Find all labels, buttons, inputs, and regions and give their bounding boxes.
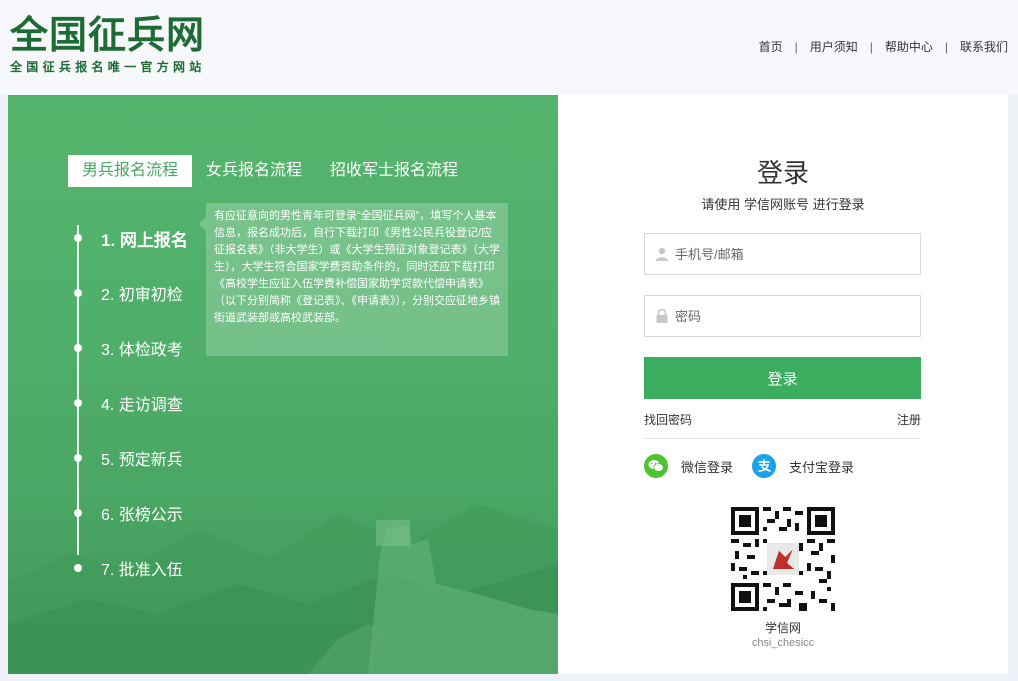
password-input[interactable]: [675, 296, 920, 336]
user-icon: [656, 247, 668, 261]
forgot-password-link[interactable]: 找回密码: [644, 411, 692, 428]
site-logo[interactable]: 全国征兵网 全国征兵报名唯一官方网站: [10, 14, 206, 75]
step-preselect-recruit[interactable]: 5. 预定新兵: [74, 447, 183, 469]
step-dot: [74, 564, 82, 572]
step-dot: [74, 344, 82, 352]
nav-separator: |: [944, 39, 948, 54]
qr-code-image: [731, 507, 835, 611]
step-label: 4. 走访调查: [101, 397, 183, 414]
step-dot: [74, 509, 82, 517]
password-field[interactable]: [644, 295, 921, 337]
tab-male-process[interactable]: 男兵报名流程: [68, 155, 193, 187]
alipay-login-label: 支付宝登录: [789, 459, 855, 475]
step-label: 7. 批准入伍: [101, 562, 183, 579]
step-public-notice[interactable]: 6. 张榜公示: [74, 502, 183, 524]
step-home-visit[interactable]: 4. 走访调查: [74, 392, 183, 414]
alipay-icon: [752, 454, 776, 478]
step-dot: [74, 289, 82, 297]
wechat-icon: [644, 454, 668, 478]
tab-female-process[interactable]: 女兵报名流程: [192, 155, 316, 187]
nav-link-contact-us[interactable]: 联系我们: [960, 38, 1008, 55]
step-physical-political-exam[interactable]: 3. 体检政考: [74, 337, 183, 359]
nav-separator: |: [869, 39, 873, 54]
step-approval-enlist[interactable]: 7. 批准入伍: [74, 557, 183, 579]
step-label: 3. 体检政考: [101, 342, 183, 359]
logo-subtitle: 全国征兵报名唯一官方网站: [10, 60, 206, 74]
step-description-tooltip: 有应征意向的男性青年可登录“全国征兵网”，填写个人基本信息，报名成功后，自行下载…: [199, 203, 508, 356]
username-input[interactable]: [675, 234, 920, 274]
login-title: 登录: [756, 158, 809, 188]
login-subtitle: 请使用 学信网账号 进行登录: [701, 197, 865, 212]
nav-link-user-notice[interactable]: 用户须知: [810, 38, 858, 55]
process-steps: 1. 网上报名 2. 初审初检 3. 体检政考 4. 走访调查 5. 预定新兵 …: [74, 207, 214, 579]
login-links-row: 找回密码 注册: [644, 411, 921, 428]
tab-nco-process[interactable]: 招收军士报名流程: [316, 155, 472, 187]
step-dot: [74, 454, 82, 462]
step-label: 6. 张榜公示: [101, 507, 183, 524]
step-label: 2. 初审初检: [101, 287, 183, 304]
alipay-login-button[interactable]: 支付宝登录: [752, 453, 854, 479]
qr-caption: 学信网: [764, 621, 801, 635]
register-link[interactable]: 注册: [897, 411, 921, 428]
step-online-registration[interactable]: 1. 网上报名: [74, 227, 188, 250]
process-tabs: 男兵报名流程 女兵报名流程 招收军士报名流程: [68, 155, 472, 187]
site-header: 全国征兵网 全国征兵报名唯一官方网站 首页 | 用户须知 | 帮助中心 | 联系…: [0, 0, 1018, 95]
step-dot: [74, 234, 82, 242]
step-label: 1. 网上报名: [101, 230, 188, 250]
step-label: 5. 预定新兵: [101, 452, 183, 469]
step-dot: [74, 399, 82, 407]
step-preliminary-check[interactable]: 2. 初审初检: [74, 282, 183, 304]
nav-separator: |: [794, 39, 798, 54]
wechat-login-button[interactable]: 微信登录: [644, 453, 733, 479]
nav-link-home[interactable]: 首页: [759, 38, 783, 55]
nav-link-help-center[interactable]: 帮助中心: [885, 38, 933, 55]
process-panel: 男兵报名流程 女兵报名流程 招收军士报名流程 1. 网上报名 2. 初审初检 3…: [8, 95, 558, 674]
login-submit-button[interactable]: 登录: [644, 357, 921, 399]
logo-title: 全国征兵网: [10, 13, 206, 57]
login-panel: 登录 请使用 学信网账号 进行登录 登录 找回密码 注册 微信登录: [558, 95, 1008, 674]
qr-account-id: chsi_chesicc: [751, 637, 815, 649]
username-field[interactable]: [644, 233, 921, 275]
lock-icon: [656, 309, 668, 323]
top-nav: 首页 | 用户须知 | 帮助中心 | 联系我们: [759, 38, 1008, 55]
divider: [644, 438, 921, 439]
wechat-login-label: 微信登录: [681, 459, 734, 475]
